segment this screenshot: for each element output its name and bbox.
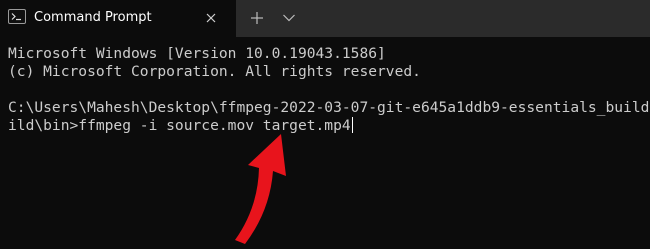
terminal-icon	[8, 9, 26, 24]
terminal-window: Command Prompt Microsoft Windows [Versio…	[0, 0, 650, 249]
text-cursor	[351, 117, 354, 133]
tab-title: Command Prompt	[34, 10, 152, 25]
console-line-version: Microsoft Windows [Version 10.0.19043.15…	[8, 45, 386, 62]
console-line-copyright: (c) Microsoft Corporation. All rights re…	[8, 63, 421, 80]
tab-command-prompt[interactable]: Command Prompt	[0, 0, 236, 37]
title-bar: Command Prompt	[0, 0, 650, 37]
plus-icon[interactable]	[246, 8, 268, 28]
close-icon[interactable]	[200, 8, 222, 28]
console-output[interactable]: Microsoft Windows [Version 10.0.19043.15…	[0, 37, 650, 249]
command-text: ild\bin>ffmpeg -i source.mov target.mp4	[8, 117, 351, 134]
console-line-command[interactable]: ild\bin>ffmpeg -i source.mov target.mp4	[8, 117, 354, 135]
console-line-path: C:\Users\Mahesh\Desktop\ffmpeg-2022-03-0…	[8, 99, 650, 116]
chevron-down-icon[interactable]	[278, 8, 300, 28]
